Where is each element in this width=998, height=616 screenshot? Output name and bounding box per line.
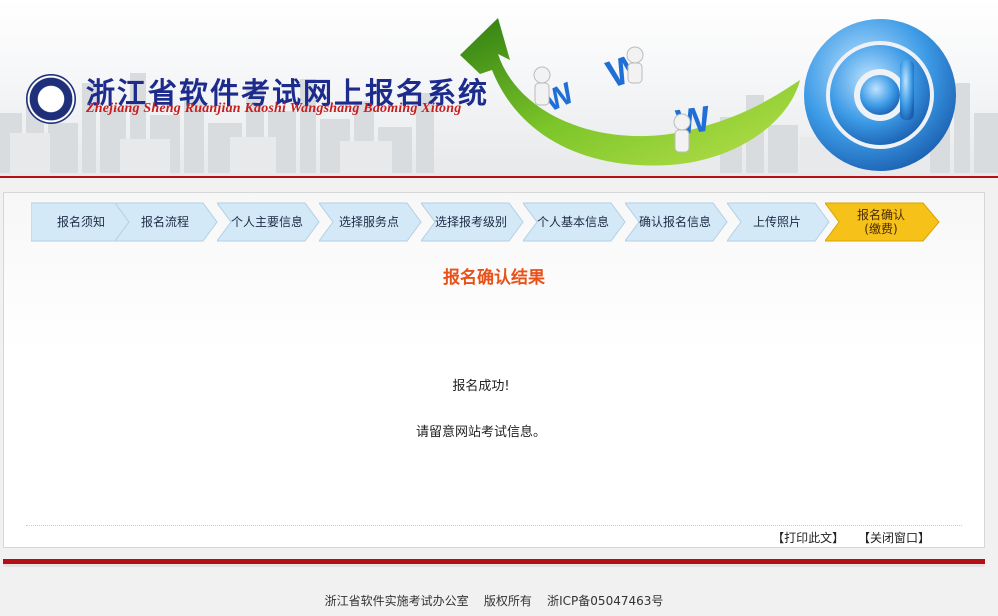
step-item: 选择报考级别 [421,202,525,242]
result-title: 报名确认结果 [443,268,545,288]
step-label: 选择服务点 [338,215,399,229]
step-label: 确认报名信息 [638,215,711,229]
step-progress-bar: 报名须知 报名流程 个人主要信息 选择服务点 选择报考级别 个人基本信息 确认报… [31,202,981,242]
notice-message: 请留意网站考试信息。 [415,425,546,440]
step-item: 报名流程 [115,202,219,242]
step-label-active: 报名确认 (缴费) [856,208,905,236]
step-item: 选择服务点 [319,202,423,242]
site-subtitle: Zhejiang Sheng Ruanjian Kaoshi Wangshang… [86,101,462,116]
step-item: 个人主要信息 [217,202,321,242]
header-divider [0,176,998,178]
success-message: 报名成功! [452,379,510,394]
header-banner: R 浙江省软件考试网上报名系统 Zhejiang Sheng Ruanjian … [0,0,998,178]
step-label: 个人主要信息 [230,215,303,229]
page-actions: 【打印此文】 【关闭窗口】 [762,529,930,546]
print-link[interactable]: 【打印此文】 [772,531,844,545]
step-item: 确认报名信息 [625,202,729,242]
step-label: 上传照片 [752,215,801,229]
step-label: 报名流程 [140,215,189,229]
step-label: 个人基本信息 [536,215,609,229]
step-label: 选择报考级别 [434,215,507,229]
main-panel: 报名须知 报名流程 个人主要信息 选择服务点 选择报考级别 个人基本信息 确认报… [3,192,985,548]
divider [26,525,962,526]
step-item: 个人基本信息 [523,202,627,242]
step-item: 上传照片 [727,202,831,242]
step-item-active: 报名确认 (缴费) [825,202,941,242]
www-arrow-graphic: W W W [460,18,956,171]
footer-copyright: 浙江省软件实施考试办公室 版权所有 浙ICP备05047463号 [324,594,664,608]
logo-seal: R [26,74,76,124]
footer-shadow [3,564,985,567]
close-window-link[interactable]: 【关闭窗口】 [858,531,930,545]
